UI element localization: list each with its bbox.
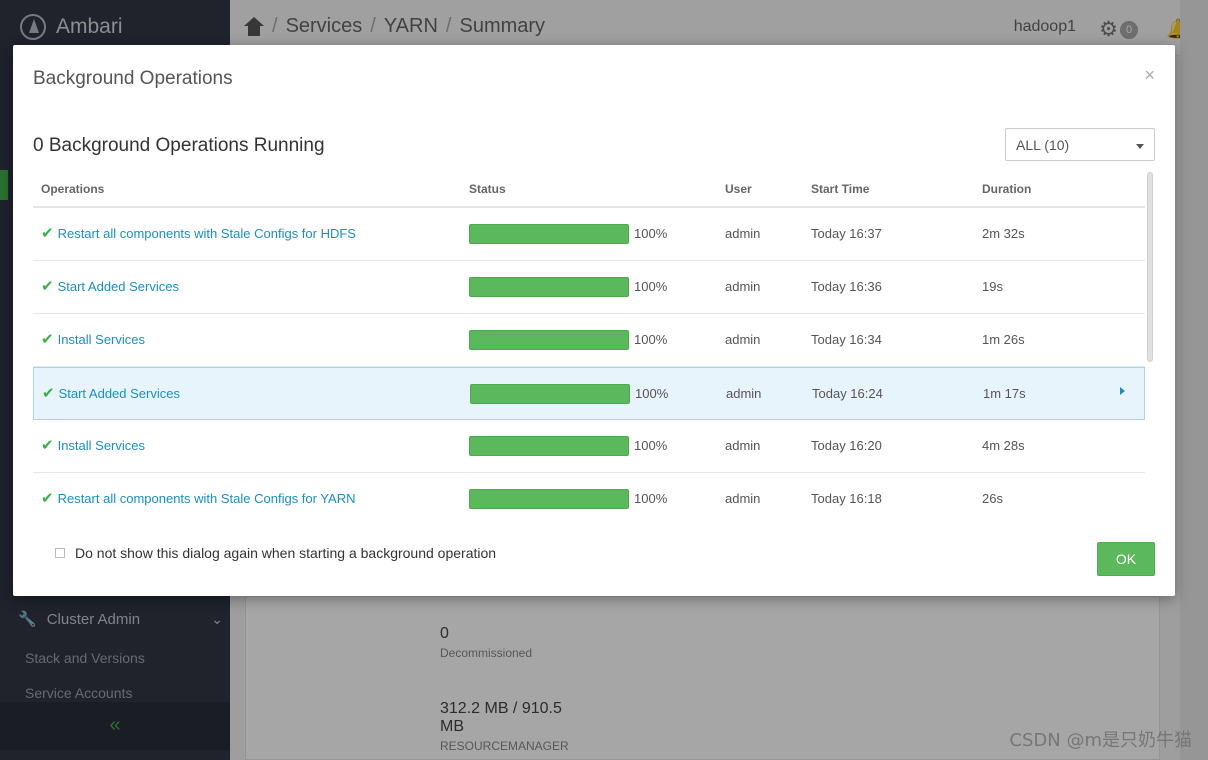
- table-row[interactable]: ✔ Install Services 100% admin Today 16:3…: [33, 314, 1145, 367]
- check-icon: ✔: [42, 385, 55, 402]
- watermark: CSDN @m是只奶牛猫: [1009, 730, 1192, 751]
- caret-down-icon: [1136, 144, 1144, 149]
- progress-percent: 100%: [634, 491, 668, 506]
- check-icon: ✔: [41, 490, 54, 507]
- table-row[interactable]: ✔ Restart all components with Stale Conf…: [33, 473, 1145, 520]
- operations-filter-select[interactable]: ALL (10): [1005, 128, 1155, 161]
- table-row[interactable]: ✔ Restart all components with Stale Conf…: [33, 208, 1145, 261]
- progress-percent: 100%: [634, 332, 668, 347]
- progress-percent: 100%: [635, 386, 669, 401]
- background-operations-modal: Background Operations × 0 Background Ope…: [13, 45, 1175, 596]
- check-icon: ✔: [41, 331, 54, 348]
- column-header-duration: Duration: [982, 182, 1032, 196]
- progress-bar: [469, 436, 629, 456]
- operation-user: admin: [725, 279, 761, 294]
- dont-show-again-option[interactable]: Do not show this dialog again when start…: [55, 545, 496, 561]
- dont-show-again-label: Do not show this dialog again when start…: [75, 545, 497, 561]
- table-header: Operations Status User Start Time Durati…: [33, 172, 1145, 208]
- dont-show-again-checkbox[interactable]: [55, 548, 65, 558]
- scrollbar-thumb[interactable]: [1147, 172, 1153, 362]
- ok-button[interactable]: OK: [1097, 542, 1155, 576]
- progress-percent: 100%: [634, 438, 668, 453]
- operation-user: admin: [725, 438, 761, 453]
- operation-user: admin: [725, 332, 761, 347]
- table-scrollbar[interactable]: [1145, 172, 1155, 362]
- check-icon: ✔: [41, 278, 54, 295]
- operation-name: Restart all components with Stale Config…: [57, 226, 356, 241]
- table-row[interactable]: ✔ Install Services 100% admin Today 16:2…: [33, 420, 1145, 473]
- operation-duration: 2m 32s: [982, 226, 1025, 241]
- operation-link[interactable]: ✔ Install Services: [41, 332, 145, 347]
- operation-name: Start Added Services: [58, 386, 180, 401]
- operations-table: Operations Status User Start Time Durati…: [33, 172, 1145, 520]
- column-header-start-time: Start Time: [811, 182, 870, 196]
- operation-link[interactable]: ✔ Install Services: [41, 438, 145, 453]
- progress-bar: [469, 330, 629, 350]
- operation-user: admin: [726, 386, 762, 401]
- running-count-title: 0 Background Operations Running: [33, 135, 325, 156]
- table-row-selected[interactable]: ✔ Start Added Services 100% admin Today …: [33, 367, 1145, 420]
- filter-value: ALL (10): [1016, 137, 1070, 153]
- operation-user: admin: [725, 491, 761, 506]
- column-header-user: User: [725, 182, 752, 196]
- operation-link[interactable]: ✔ Restart all components with Stale Conf…: [41, 491, 356, 506]
- column-header-operations: Operations: [41, 182, 105, 196]
- column-header-status: Status: [469, 182, 506, 196]
- check-icon: ✔: [41, 437, 54, 454]
- operation-duration: 4m 28s: [982, 438, 1025, 453]
- progress-bar: [469, 489, 629, 509]
- table-row[interactable]: ✔ Start Added Services 100% admin Today …: [33, 261, 1145, 314]
- operation-duration: 1m 26s: [982, 332, 1025, 347]
- operation-start-time: Today 16:37: [811, 226, 882, 241]
- caret-right-icon[interactable]: [1120, 387, 1125, 395]
- operation-start-time: Today 16:20: [811, 438, 882, 453]
- operation-duration: 19s: [982, 279, 1003, 294]
- operation-name: Install Services: [57, 438, 145, 453]
- operation-link[interactable]: ✔ Restart all components with Stale Conf…: [41, 226, 356, 241]
- progress-percent: 100%: [634, 279, 668, 294]
- progress-bar: [469, 224, 629, 244]
- operation-link[interactable]: ✔ Start Added Services: [41, 279, 179, 294]
- operation-duration: 1m 17s: [983, 386, 1026, 401]
- operation-start-time: Today 16:34: [811, 332, 882, 347]
- operation-start-time: Today 16:18: [811, 491, 882, 506]
- operation-start-time: Today 16:24: [812, 386, 883, 401]
- operation-start-time: Today 16:36: [811, 279, 882, 294]
- modal-title: Background Operations: [33, 68, 233, 89]
- operation-name: Install Services: [57, 332, 145, 347]
- operation-name: Restart all components with Stale Config…: [57, 491, 356, 506]
- progress-bar: [470, 384, 630, 404]
- operation-name: Start Added Services: [57, 279, 179, 294]
- operation-duration: 26s: [982, 491, 1003, 506]
- progress-percent: 100%: [634, 226, 668, 241]
- operation-user: admin: [725, 226, 761, 241]
- check-icon: ✔: [41, 225, 54, 242]
- operation-link[interactable]: ✔ Start Added Services: [42, 386, 180, 401]
- close-icon[interactable]: ×: [1144, 65, 1155, 86]
- progress-bar: [469, 277, 629, 297]
